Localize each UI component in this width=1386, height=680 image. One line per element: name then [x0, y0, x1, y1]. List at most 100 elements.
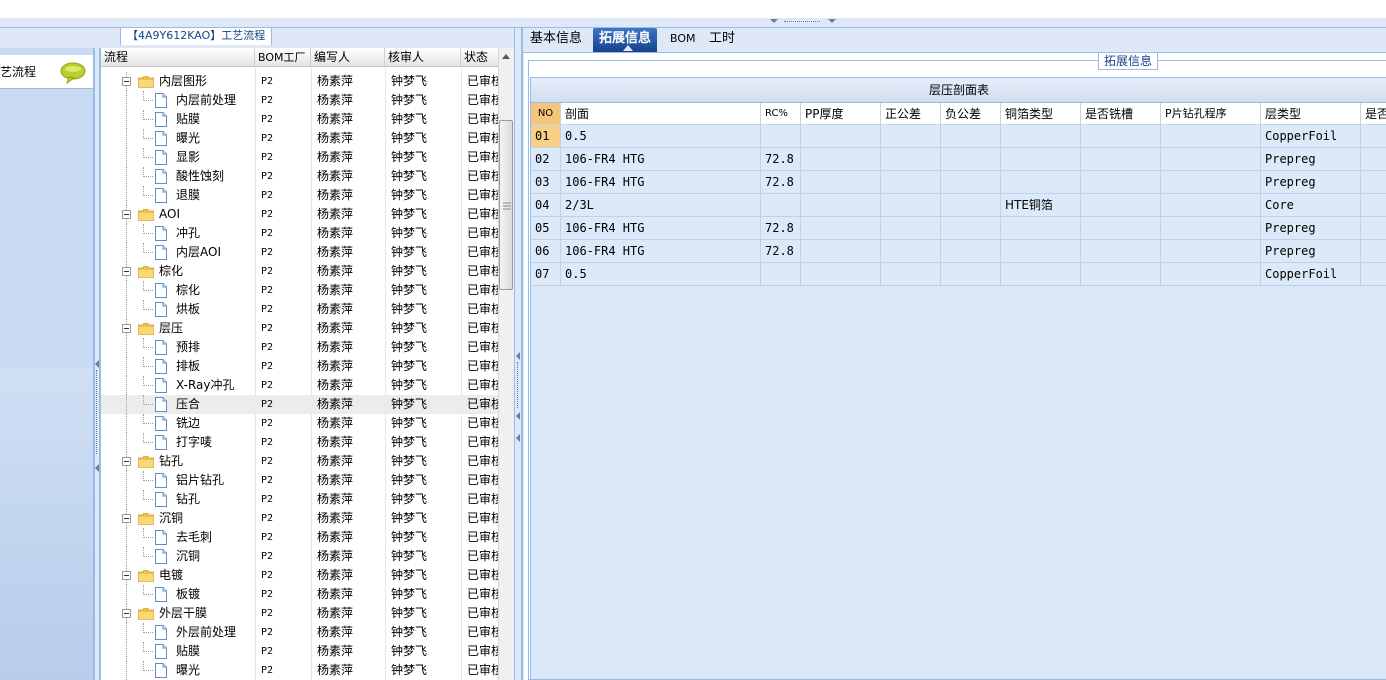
- collapse-up-icon[interactable]: [770, 19, 778, 23]
- tree-item-row[interactable]: 排板 P2 杨素萍 钟梦飞 已审核: [101, 357, 498, 376]
- section-cell[interactable]: 106-FR4 HTG: [561, 240, 761, 263]
- tab-bom[interactable]: BOM: [664, 28, 702, 52]
- tree-item-row[interactable]: 退膜 P2 杨素萍 钟梦飞 已审核: [101, 186, 498, 205]
- column-header-p-drill-program[interactable]: P片钻孔程序: [1161, 103, 1261, 125]
- layer-type-cell[interactable]: Core: [1261, 194, 1361, 217]
- collapse-toggle-icon[interactable]: [122, 77, 131, 86]
- tree-item-row[interactable]: 打字唛 P2 杨素萍 钟梦飞 已审核: [101, 433, 498, 452]
- pp-thickness-cell[interactable]: [801, 194, 881, 217]
- tree-item-row[interactable]: 曝光 P2 杨素萍 钟梦飞 已审核: [101, 129, 498, 148]
- collapse-toggle-icon[interactable]: [122, 457, 131, 466]
- pp-thickness-cell[interactable]: [801, 148, 881, 171]
- no-cell[interactable]: 03: [531, 171, 561, 194]
- collapse-toggle-icon[interactable]: [122, 514, 131, 523]
- tree-item-row[interactable]: 铝片钻孔 P2 杨素萍 钟梦飞 已审核: [101, 471, 498, 490]
- tab-basic-info[interactable]: 基本信息: [524, 28, 588, 52]
- no-cell[interactable]: 07: [531, 263, 561, 286]
- plus-tolerance-cell[interactable]: [881, 171, 941, 194]
- foil-type-cell[interactable]: [1001, 171, 1081, 194]
- section-cell[interactable]: 2/3L: [561, 194, 761, 217]
- tree-item-row[interactable]: 内层前处理 P2 杨素萍 钟梦飞 已审核: [101, 91, 498, 110]
- tree-item-row[interactable]: 板镀 P2 杨素萍 钟梦飞 已审核: [101, 585, 498, 604]
- stackup-row[interactable]: 07 0.5 CopperFoil: [531, 263, 1386, 286]
- collapse-toggle-icon[interactable]: [122, 267, 131, 276]
- rc-cell[interactable]: 72.8: [761, 217, 801, 240]
- foil-type-cell[interactable]: HTE铜箔: [1001, 194, 1081, 217]
- plus-tolerance-cell[interactable]: [881, 148, 941, 171]
- partial-cell[interactable]: [1361, 217, 1386, 240]
- slot-milling-cell[interactable]: [1081, 194, 1161, 217]
- collapse-toggle-icon[interactable]: [122, 210, 131, 219]
- column-header-no[interactable]: NO: [531, 103, 561, 125]
- tree-folder-row[interactable]: 层压 P2 杨素萍 钟梦飞 已审核: [101, 319, 498, 338]
- tree-item-row[interactable]: 贴膜 P2 杨素萍 钟梦飞 已审核: [101, 110, 498, 129]
- stackup-row[interactable]: 03 106-FR4 HTG 72.8 Prepreg: [531, 171, 1386, 194]
- layer-type-cell[interactable]: Prepreg: [1261, 240, 1361, 263]
- tree-item-row[interactable]: 预排 P2 杨素萍 钟梦飞 已审核: [101, 338, 498, 357]
- minus-tolerance-cell[interactable]: [941, 148, 1001, 171]
- partial-cell[interactable]: [1361, 148, 1386, 171]
- p-drill-program-cell[interactable]: [1161, 171, 1261, 194]
- foil-type-cell[interactable]: [1001, 125, 1081, 148]
- tree-item-row[interactable]: 烘板 P2 杨素萍 钟梦飞 已审核: [101, 300, 498, 319]
- minus-tolerance-cell[interactable]: [941, 263, 1001, 286]
- column-header-foil-type[interactable]: 铜箔类型: [1001, 103, 1081, 125]
- minus-tolerance-cell[interactable]: [941, 125, 1001, 148]
- stackup-row[interactable]: 04 2/3L HTE铜箔 Core: [531, 194, 1386, 217]
- section-cell[interactable]: 0.5: [561, 125, 761, 148]
- layer-type-cell[interactable]: Prepreg: [1261, 171, 1361, 194]
- column-header-plus-tolerance[interactable]: 正公差: [881, 103, 941, 125]
- partial-cell[interactable]: [1361, 125, 1386, 148]
- tree-folder-row[interactable]: 沉铜 P2 杨素萍 钟梦飞 已审核: [101, 509, 498, 528]
- no-cell[interactable]: 05: [531, 217, 561, 240]
- slot-milling-cell[interactable]: [1081, 171, 1161, 194]
- partial-cell[interactable]: [1361, 194, 1386, 217]
- layer-type-cell[interactable]: Prepreg: [1261, 217, 1361, 240]
- collapse-left-icon[interactable]: [95, 360, 99, 368]
- p-drill-program-cell[interactable]: [1161, 263, 1261, 286]
- stackup-row[interactable]: 06 106-FR4 HTG 72.8 Prepreg: [531, 240, 1386, 263]
- rc-cell[interactable]: 72.8: [761, 148, 801, 171]
- collapse-toggle-icon[interactable]: [122, 609, 131, 618]
- tree-item-row[interactable]: 贴膜 P2 杨素萍 钟梦飞 已审核: [101, 642, 498, 661]
- plus-tolerance-cell[interactable]: [881, 194, 941, 217]
- center-splitter[interactable]: [514, 28, 522, 680]
- tree-folder-row[interactable]: 钻孔 P2 杨素萍 钟梦飞 已审核: [101, 452, 498, 471]
- foil-type-cell[interactable]: [1001, 263, 1081, 286]
- layer-type-cell[interactable]: Prepreg: [1261, 148, 1361, 171]
- stackup-row[interactable]: 05 106-FR4 HTG 72.8 Prepreg: [531, 217, 1386, 240]
- stackup-row[interactable]: 02 106-FR4 HTG 72.8 Prepreg: [531, 148, 1386, 171]
- tree-item-row[interactable]: 曝光 P2 杨素萍 钟梦飞 已审核: [101, 661, 498, 680]
- foil-type-cell[interactable]: [1001, 240, 1081, 263]
- rc-cell[interactable]: [761, 194, 801, 217]
- slot-milling-cell[interactable]: [1081, 217, 1161, 240]
- plus-tolerance-cell[interactable]: [881, 217, 941, 240]
- slot-milling-cell[interactable]: [1081, 240, 1161, 263]
- stackup-row[interactable]: 01 0.5 CopperFoil: [531, 125, 1386, 148]
- layer-type-cell[interactable]: CopperFoil: [1261, 125, 1361, 148]
- tree-item-row[interactable]: 显影 P2 杨素萍 钟梦飞 已审核: [101, 148, 498, 167]
- pp-thickness-cell[interactable]: [801, 217, 881, 240]
- p-drill-program-cell[interactable]: [1161, 240, 1261, 263]
- rc-cell[interactable]: 72.8: [761, 171, 801, 194]
- p-drill-program-cell[interactable]: [1161, 194, 1261, 217]
- partial-cell[interactable]: [1361, 171, 1386, 194]
- minus-tolerance-cell[interactable]: [941, 194, 1001, 217]
- column-header-rc[interactable]: RC%: [761, 103, 801, 125]
- section-cell[interactable]: 0.5: [561, 263, 761, 286]
- layer-type-cell[interactable]: CopperFoil: [1261, 263, 1361, 286]
- rc-cell[interactable]: [761, 125, 801, 148]
- tree-item-row[interactable]: 钻孔 P2 杨素萍 钟梦飞 已审核: [101, 490, 498, 509]
- pp-thickness-cell[interactable]: [801, 125, 881, 148]
- tree-item-row[interactable]: X-Ray冲孔 P2 杨素萍 钟梦飞 已审核: [101, 376, 498, 395]
- tree-folder-row[interactable]: 外层干膜 P2 杨素萍 钟梦飞 已审核: [101, 604, 498, 623]
- section-cell[interactable]: 106-FR4 HTG: [561, 171, 761, 194]
- lamination-stackup-table[interactable]: 层压剖面表 NO 剖面 RC% PP厚度 正公差 负公差 铜箔类型 是否铣槽 P…: [530, 77, 1386, 680]
- slot-milling-cell[interactable]: [1081, 125, 1161, 148]
- no-cell[interactable]: 04: [531, 194, 561, 217]
- tree-item-row[interactable]: 压合 P2 杨素萍 钟梦飞 已审核: [101, 395, 498, 414]
- rc-cell[interactable]: [761, 263, 801, 286]
- column-header-partial[interactable]: 是否: [1361, 103, 1386, 125]
- p-drill-program-cell[interactable]: [1161, 148, 1261, 171]
- tree-folder-row[interactable]: 棕化 P2 杨素萍 钟梦飞 已审核: [101, 262, 498, 281]
